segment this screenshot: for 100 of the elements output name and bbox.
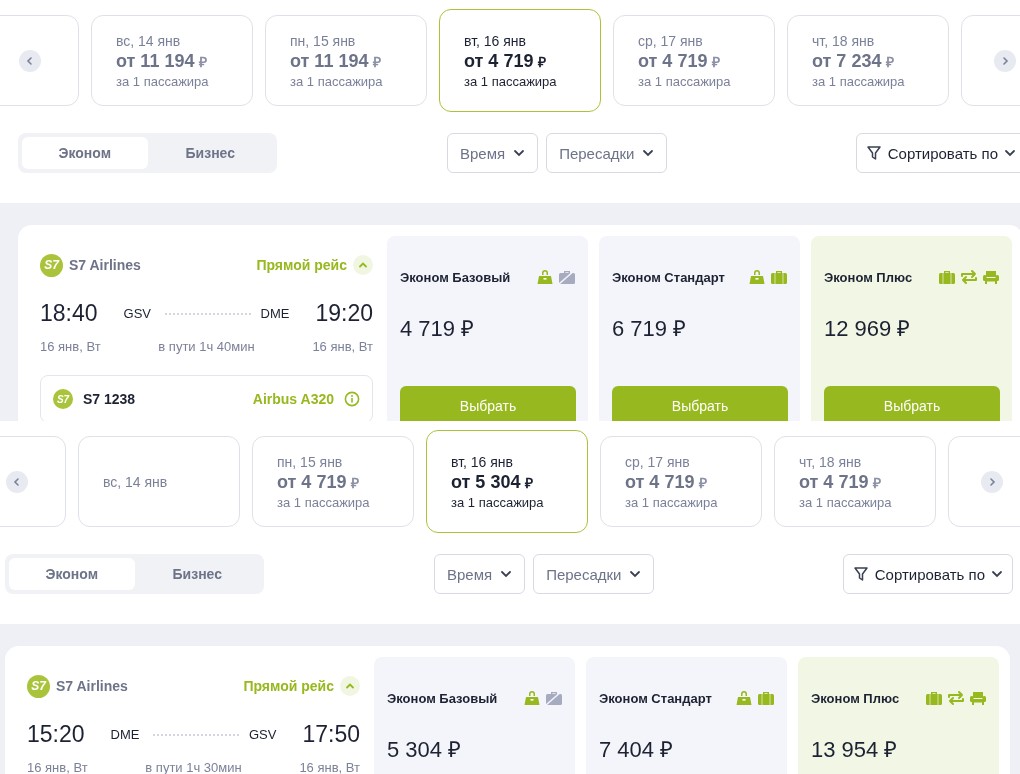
chevron-right-icon xyxy=(987,477,997,487)
fare-name: Эконом Плюс xyxy=(824,269,913,285)
price-note: за 1 пассажира xyxy=(464,73,558,89)
class-tab[interactable]: Бизнес xyxy=(147,137,273,169)
price-note: за 1 пассажира xyxy=(116,73,210,89)
airline-logo: S7 xyxy=(27,674,50,698)
chevron-left-icon xyxy=(25,56,35,66)
price-note: за 1 пассажира xyxy=(451,494,545,510)
date-label: пн, 15 янв xyxy=(290,32,357,49)
date-label: пн, 15 янв xyxy=(277,453,344,470)
filter-icon xyxy=(852,566,869,582)
airline-name: S7 Airlines xyxy=(69,257,141,273)
date-card[interactable]: вт, 16 янв от 5 304 ₽ за 1 пассажира xyxy=(426,430,588,533)
date-label: ср, 17 янв xyxy=(625,453,691,470)
price-label: от 4 719 xyxy=(464,50,534,72)
fare-price: 7 404 ₽ xyxy=(599,736,675,763)
date-label: чт, 18 янв xyxy=(812,32,876,49)
fare-name: Эконом Базовый xyxy=(400,269,511,285)
price-note: за 1 пассажира xyxy=(638,73,732,89)
currency-sign: ₽ xyxy=(699,473,708,492)
price-note: за 1 пассажира xyxy=(277,494,371,510)
date-card[interactable]: пн, 15 янв от 11 194 ₽ за 1 пассажира xyxy=(265,15,427,106)
fare-name: Эконом Базовый xyxy=(387,690,498,706)
price-label: от 5 304 xyxy=(451,471,521,493)
sort-dropdown[interactable]: Сортировать по xyxy=(855,133,1020,173)
class-tab[interactable]: Эконом xyxy=(22,137,148,169)
arrival-date: 16 янв, Вт xyxy=(299,760,360,774)
airline-name: S7 Airlines xyxy=(56,678,128,694)
fare-price: 12 969 ₽ xyxy=(824,315,912,342)
price-label: от 4 719 xyxy=(799,471,869,493)
sort-dropdown[interactable]: Сортировать по xyxy=(842,554,1013,594)
filter-dropdown[interactable]: Пересадки xyxy=(533,554,655,594)
price-note: за 1 пассажира xyxy=(625,494,719,510)
airport-code: GSV xyxy=(248,727,277,742)
date-label: ср, 17 янв xyxy=(638,32,704,49)
date-card[interactable]: вт, 16 янв от 4 719 ₽ за 1 пассажира xyxy=(439,9,601,112)
chevron-left-icon xyxy=(12,477,22,487)
date-card[interactable]: пн, 15 янв от 4 719 ₽ за 1 пассажира xyxy=(252,436,414,527)
date-label: вс, 14 янв xyxy=(116,32,182,49)
fare-price: 5 304 ₽ xyxy=(387,736,463,763)
fare-price: 4 719 ₽ xyxy=(400,315,476,342)
airport-code: DME xyxy=(260,306,290,321)
date-card[interactable]: чт, 18 янв от 4 719 ₽ за 1 пассажира xyxy=(774,436,936,527)
arrival-date: 16 янв, Вт xyxy=(312,339,373,354)
price-note: за 1 пассажира xyxy=(290,73,384,89)
chevron-down-icon xyxy=(1004,147,1016,159)
currency-sign: ₽ xyxy=(873,473,882,492)
info-icon[interactable] xyxy=(344,391,360,407)
filter-icon xyxy=(865,145,882,161)
route-type-label: Прямой рейс xyxy=(243,678,334,694)
departure-time: 18:40 xyxy=(40,300,98,327)
departure-date: 16 янв, Вт xyxy=(27,760,88,774)
currency-sign: ₽ xyxy=(373,52,382,71)
duration-label: в пути 1ч 30мин xyxy=(145,760,242,774)
price-note: за 1 пассажира xyxy=(812,73,906,89)
airline-logo: S7 xyxy=(53,389,73,409)
class-tab[interactable]: Эконом xyxy=(9,558,135,590)
fare-name: Эконом Стандарт xyxy=(599,690,712,706)
departure-time: 15:20 xyxy=(27,721,85,748)
price-label: от 7 234 xyxy=(812,50,882,72)
airport-code: DME xyxy=(110,727,140,742)
filter-dropdown[interactable]: Время xyxy=(434,554,526,594)
date-card[interactable]: чт, 18 янв от 7 234 ₽ за 1 пассажира xyxy=(787,15,949,106)
date-card[interactable]: вс, 14 янв от 11 194 ₽ за 1 пассажира xyxy=(91,15,253,106)
fare-price: 6 719 ₽ xyxy=(612,315,688,342)
date-card[interactable]: ср, 17 янв от 4 719 ₽ за 1 пассажира xyxy=(613,15,775,106)
chevron-up-icon xyxy=(345,681,355,691)
currency-sign: ₽ xyxy=(351,473,360,492)
airport-code: GSV xyxy=(123,306,152,321)
duration-label: в пути 1ч 40мин xyxy=(158,339,255,354)
chevron-down-icon xyxy=(642,147,655,159)
chevron-right-icon xyxy=(1000,56,1010,66)
currency-sign: ₽ xyxy=(199,52,208,71)
chevron-down-icon xyxy=(629,568,642,580)
chevron-up-button[interactable] xyxy=(353,255,373,275)
flight-number: S7 1238 xyxy=(83,391,136,407)
date-label: вс, 14 янв xyxy=(103,473,169,490)
arrival-time: 19:20 xyxy=(315,300,373,327)
price-note: за 1 пассажира xyxy=(799,494,893,510)
price-label: от 11 194 xyxy=(290,50,369,72)
currency-sign: ₽ xyxy=(525,473,534,492)
filter-dropdown[interactable]: Пересадки xyxy=(546,133,668,173)
price-label: от 11 194 xyxy=(116,50,195,72)
chevron-down-icon xyxy=(991,568,1003,580)
class-tab[interactable]: Бизнес xyxy=(134,558,260,590)
date-label: вт, 16 янв xyxy=(464,32,527,49)
date-label: чт, 18 янв xyxy=(799,453,863,470)
chevron-up-button[interactable] xyxy=(340,676,360,696)
route-type-label: Прямой рейс xyxy=(256,257,347,273)
date-label: вт, 16 янв xyxy=(451,453,514,470)
chevron-up-icon xyxy=(358,260,368,270)
arrival-time: 17:50 xyxy=(302,721,360,748)
price-label: от 4 719 xyxy=(638,50,708,72)
chevron-down-icon xyxy=(513,147,526,159)
date-card[interactable]: вс, 14 янв xyxy=(78,436,240,527)
filter-dropdown[interactable]: Время xyxy=(447,133,539,173)
price-label: от 4 719 xyxy=(625,471,695,493)
chevron-down-icon xyxy=(500,568,513,580)
date-card[interactable]: ср, 17 янв от 4 719 ₽ за 1 пассажира xyxy=(600,436,762,527)
fare-name: Эконом Стандарт xyxy=(612,269,725,285)
